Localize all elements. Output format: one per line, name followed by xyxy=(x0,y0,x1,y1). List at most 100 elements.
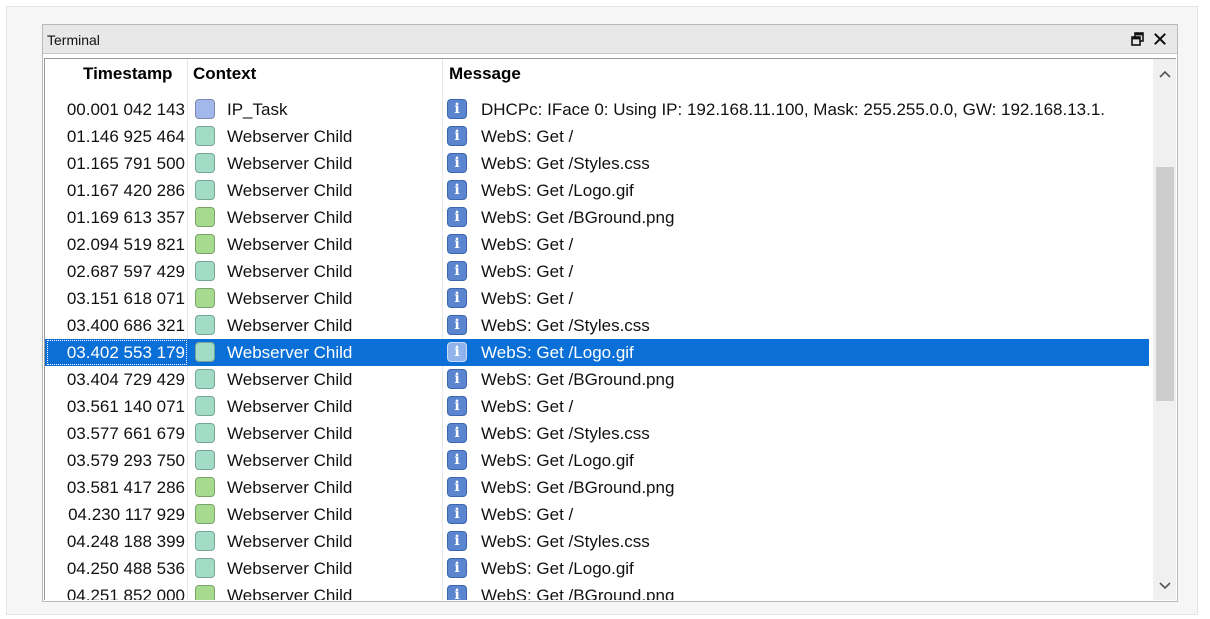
message-cell: WebS: Get / xyxy=(481,289,574,308)
message-cell: WebS: Get / xyxy=(481,505,574,524)
timestamp-cell: 03.581 417 286 xyxy=(66,478,185,497)
context-cell: IP_Task xyxy=(227,100,288,119)
restore-button[interactable] xyxy=(1129,30,1147,48)
timestamp-cell: 04.250 488 536 xyxy=(66,559,185,578)
context-cell: Webserver Child xyxy=(227,208,353,227)
info-icon: i xyxy=(447,477,467,497)
table-row[interactable]: 04.248 188 399 Webserver Child i WebS: Get … xyxy=(45,528,1149,555)
restore-icon xyxy=(1131,32,1144,46)
message-cell: WebS: Get / xyxy=(481,235,574,254)
timestamp-cell: 03.577 661 679 xyxy=(66,424,185,443)
close-icon xyxy=(1154,33,1166,45)
context-color-icon xyxy=(195,477,215,497)
table-row[interactable]: 03.404 729 429 Webserver Child i WebS: Get … xyxy=(45,366,1149,393)
message-cell: WebS: Get /Styles.css xyxy=(481,532,650,551)
table-row[interactable]: 03.561 140 071 Webserver Child i WebS: Get … xyxy=(45,393,1149,420)
context-cell: Webserver Child xyxy=(227,154,353,173)
context-color-icon xyxy=(195,396,215,416)
table-row[interactable]: 04.230 117 929 Webserver Child i WebS: Get … xyxy=(45,501,1149,528)
timestamp-cell: 03.561 140 071 xyxy=(66,397,185,416)
info-icon: i xyxy=(447,126,467,146)
context-color-icon xyxy=(195,180,215,200)
message-cell: WebS: Get /Logo.gif xyxy=(481,181,634,200)
timestamp-cell: 03.579 293 750 xyxy=(66,451,185,470)
context-cell: Webserver Child xyxy=(227,424,353,443)
context-color-icon xyxy=(195,261,215,281)
timestamp-cell: 01.167 420 286 xyxy=(66,181,185,200)
table-row[interactable]: 03.151 618 071 Webserver Child i WebS: Get … xyxy=(45,285,1149,312)
list-header: Timestamp Context Message xyxy=(45,59,1153,88)
scroll-down-button[interactable] xyxy=(1153,573,1176,599)
context-cell: Webserver Child xyxy=(227,397,353,416)
timestamp-cell: 03.151 618 071 xyxy=(66,289,185,308)
context-cell: Webserver Child xyxy=(227,181,353,200)
table-row[interactable]: 03.581 417 286 Webserver Child i WebS: Get … xyxy=(45,474,1149,501)
column-header-message[interactable]: Message xyxy=(449,59,521,88)
context-cell: Webserver Child xyxy=(227,262,353,281)
timestamp-cell: 03.404 729 429 xyxy=(66,370,185,389)
table-row[interactable]: 01.146 925 464 Webserver Child i WebS: Get … xyxy=(45,123,1149,150)
info-icon: i xyxy=(447,153,467,173)
chevron-up-icon xyxy=(1159,70,1171,78)
table-row[interactable]: 02.687 597 429 Webserver Child i WebS: Get … xyxy=(45,258,1149,285)
context-cell: Webserver Child xyxy=(227,559,353,578)
message-cell: WebS: Get /Logo.gif xyxy=(481,559,634,578)
log-list[interactable]: Timestamp Context Message 00.001 042 143… xyxy=(44,58,1176,600)
info-icon: i xyxy=(447,504,467,524)
table-row[interactable]: 04.251 852 000 Webserver Child i WebS: Get … xyxy=(45,582,1149,600)
close-button[interactable] xyxy=(1151,30,1169,48)
info-icon: i xyxy=(447,342,467,362)
timestamp-cell: 01.146 925 464 xyxy=(66,127,185,146)
panel-titlebar[interactable]: Terminal xyxy=(43,25,1177,54)
terminal-panel: Terminal Timestamp Context Message 00.00… xyxy=(42,24,1178,602)
table-row[interactable]: 00.001 042 143 IP_Task i DHCPc: IFace 0: Us… xyxy=(45,96,1149,123)
table-row[interactable]: 03.577 661 679 Webserver Child i WebS: Get … xyxy=(45,420,1149,447)
message-cell: WebS: Get /BGround.png xyxy=(481,370,675,389)
table-row[interactable]: 02.094 519 821 Webserver Child i WebS: Get … xyxy=(45,231,1149,258)
context-cell: Webserver Child xyxy=(227,316,353,335)
timestamp-cell: 02.094 519 821 xyxy=(66,235,185,254)
table-row[interactable]: 03.400 686 321 Webserver Child i WebS: Get … xyxy=(45,312,1149,339)
table-row[interactable]: 04.250 488 536 Webserver Child i WebS: Get … xyxy=(45,555,1149,582)
context-color-icon xyxy=(195,315,215,335)
message-cell: WebS: Get /Styles.css xyxy=(481,424,650,443)
scroll-up-button[interactable] xyxy=(1153,61,1176,87)
scrollbar-thumb[interactable] xyxy=(1156,167,1174,401)
info-icon: i xyxy=(447,450,467,470)
column-header-context[interactable]: Context xyxy=(193,59,256,88)
message-cell: WebS: Get /Logo.gif xyxy=(481,451,634,470)
context-cell: Webserver Child xyxy=(227,505,353,524)
table-row[interactable]: 01.165 791 500 Webserver Child i WebS: Get … xyxy=(45,150,1149,177)
context-color-icon xyxy=(195,450,215,470)
message-cell: WebS: Get /BGround.png xyxy=(481,586,675,600)
context-cell: Webserver Child xyxy=(227,370,353,389)
context-color-icon xyxy=(195,207,215,227)
context-color-icon xyxy=(195,153,215,173)
timestamp-cell: 02.687 597 429 xyxy=(66,262,185,281)
message-cell: WebS: Get /BGround.png xyxy=(481,478,675,497)
info-icon: i xyxy=(447,369,467,389)
context-color-icon xyxy=(195,342,215,362)
table-row[interactable]: 03.402 553 179 Webserver Child i WebS: Get … xyxy=(45,339,1149,366)
context-color-icon xyxy=(195,288,215,308)
context-color-icon xyxy=(195,585,215,600)
timestamp-cell: 00.001 042 143 xyxy=(66,100,185,119)
context-color-icon xyxy=(195,558,215,578)
message-cell: WebS: Get /Logo.gif xyxy=(481,343,634,362)
vertical-scrollbar[interactable] xyxy=(1153,59,1176,600)
timestamp-cell: 01.169 613 357 xyxy=(66,208,185,227)
table-row[interactable]: 03.579 293 750 Webserver Child i WebS: Get … xyxy=(45,447,1149,474)
context-cell: Webserver Child xyxy=(227,478,353,497)
message-cell: DHCPc: IFace 0: Using IP: 192.168.11.100… xyxy=(481,100,1106,119)
table-row[interactable]: 01.169 613 357 Webserver Child i WebS: Get … xyxy=(45,204,1149,231)
timestamp-cell: 01.165 791 500 xyxy=(66,154,185,173)
table-row[interactable]: 01.167 420 286 Webserver Child i WebS: Get … xyxy=(45,177,1149,204)
timestamp-cell: 04.230 117 929 xyxy=(68,505,185,524)
column-header-timestamp[interactable]: Timestamp xyxy=(83,59,172,88)
context-cell: Webserver Child xyxy=(227,127,353,146)
timestamp-cell: 03.402 553 179 xyxy=(66,343,185,362)
info-icon: i xyxy=(447,531,467,551)
context-cell: Webserver Child xyxy=(227,586,353,600)
context-cell: Webserver Child xyxy=(227,451,353,470)
context-cell: Webserver Child xyxy=(227,289,353,308)
